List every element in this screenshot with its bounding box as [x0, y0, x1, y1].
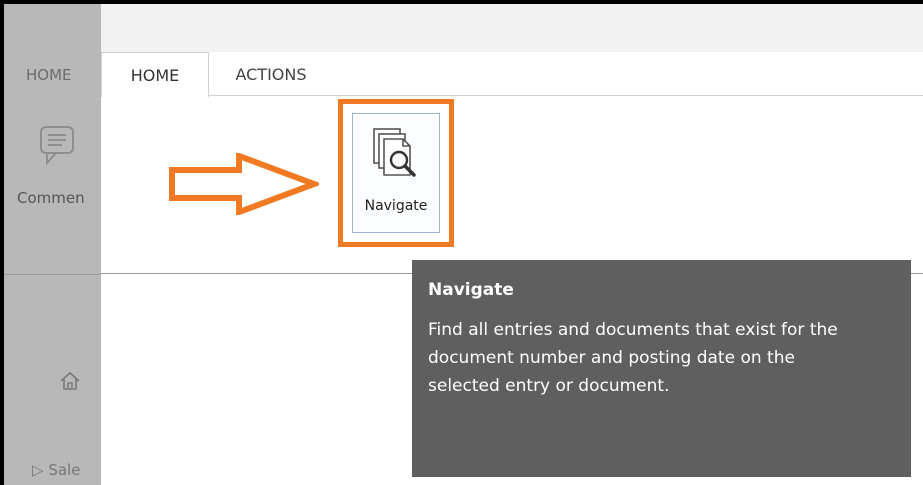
home-icon: [60, 371, 80, 390]
ribbon: HOME ACTIONS: [101, 4, 923, 274]
navigate-tooltip: Navigate Find all entries and documents …: [412, 260, 911, 477]
background-tab-home: HOME: [26, 66, 72, 84]
navigate-button[interactable]: Navigate: [352, 113, 440, 233]
background-panel: HOME Commen ▷ Sale: [4, 4, 101, 485]
navigate-highlight: Navigate: [338, 99, 454, 247]
navigate-label: Navigate: [364, 198, 428, 214]
ribbon-title-bar: [101, 4, 923, 52]
navigate-search-icon: [373, 128, 416, 177]
tooltip-description: Find all entries and documents that exis…: [428, 320, 838, 396]
comment-label: Commen: [17, 189, 85, 207]
tab-actions[interactable]: ACTIONS: [216, 52, 326, 96]
background-sales-item: ▷ Sale: [32, 461, 81, 479]
comment-icon: [40, 126, 74, 166]
background-divider: [4, 274, 101, 275]
tab-home[interactable]: HOME: [101, 52, 209, 97]
tooltip-title: Navigate: [428, 280, 514, 300]
background-sales-label: Sale: [48, 461, 81, 479]
arrow-right-icon: [169, 153, 319, 215]
window-frame: HOME Commen ▷ Sale HOME ACTIONS Navigate…: [4, 4, 923, 485]
